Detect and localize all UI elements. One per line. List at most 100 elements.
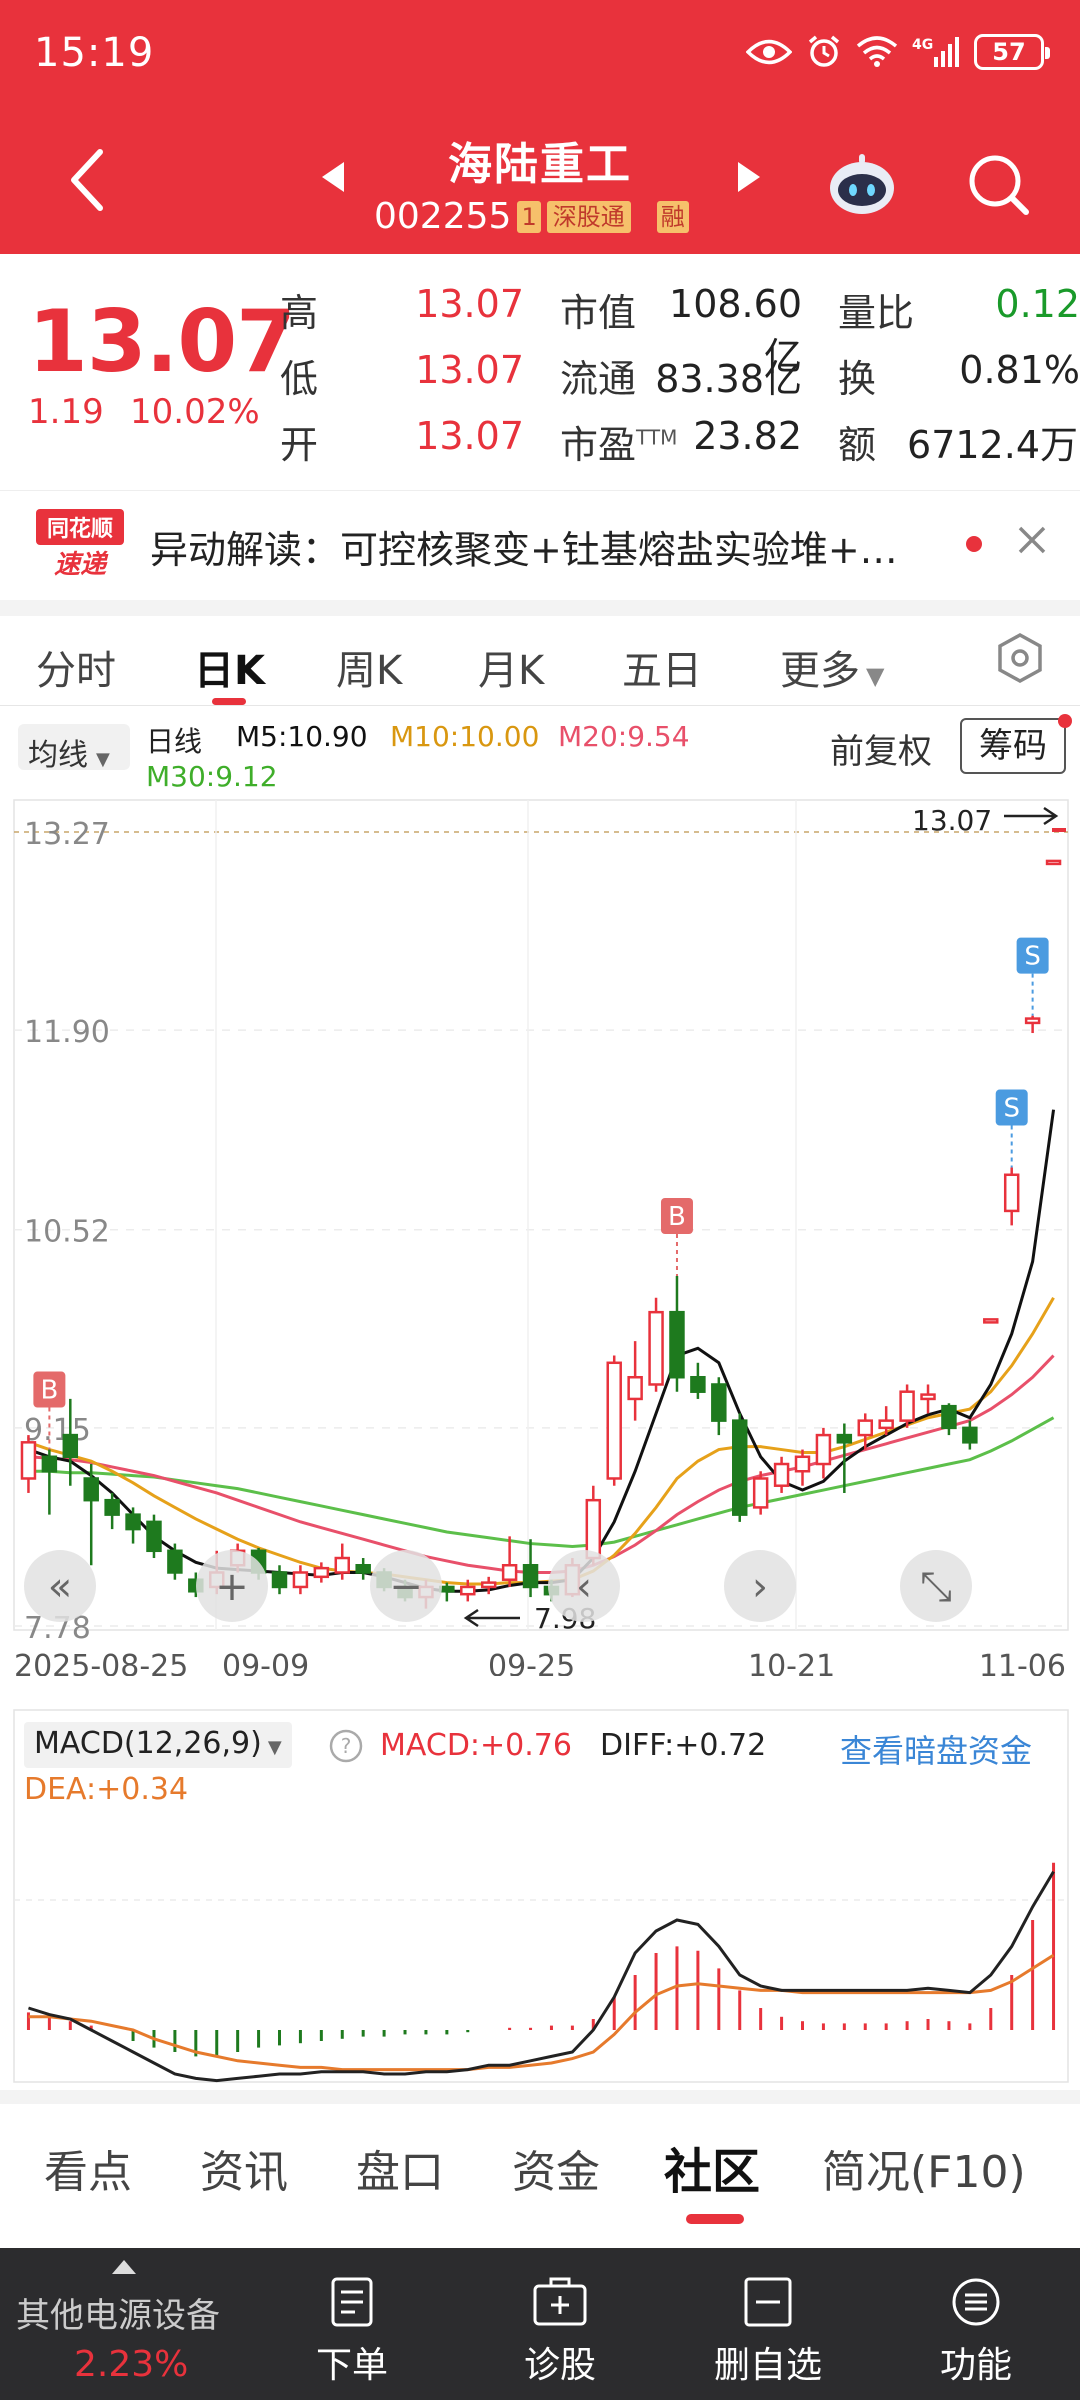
candle-up [752, 1477, 769, 1509]
last-price-tick [1052, 828, 1066, 832]
search-icon[interactable] [966, 152, 1032, 218]
candle-down [941, 1404, 957, 1430]
kline-chart[interactable]: 13.2711.9010.529.157.78 BBSS 2025-08-25 0… [0, 796, 1080, 1676]
menu-circle-icon [952, 2278, 1000, 2326]
adjust-mode-button[interactable]: 前复权 [830, 724, 932, 773]
high-label: 高 [280, 291, 319, 335]
tab-weekly-k[interactable]: 周K [336, 638, 402, 696]
status-icons: 4G 57 [746, 34, 1050, 70]
y-tick-label: 11.90 [24, 1015, 110, 1050]
news-headline[interactable]: 异动解读：可控核聚变+钍基熔盐实验堆+… [150, 519, 898, 574]
tab-profile[interactable]: 简况(F10) [822, 2136, 1026, 2200]
scroll-right-icon[interactable]: › [724, 1550, 796, 1622]
amount-label: 额 [838, 423, 877, 467]
signal-label: S [1024, 942, 1041, 972]
candle-up [1003, 1173, 1020, 1213]
zoom-out-glyph: − [389, 1564, 423, 1610]
arrow-right-icon [1004, 806, 1059, 826]
diagnose-button[interactable]: 诊股 [500, 2276, 620, 2388]
tab-monthly-k[interactable]: 月K [478, 638, 544, 696]
open-value: 13.07 [415, 414, 524, 458]
tab-five-day[interactable]: 五日 [622, 638, 702, 696]
arrow-left-icon [463, 1608, 520, 1628]
dea-line [28, 1953, 1055, 2072]
candle-down [104, 1498, 120, 1516]
candle-up [585, 1498, 602, 1560]
order-button[interactable]: 下单 [292, 2276, 412, 2388]
tab-funds[interactable]: 资金 [512, 2136, 600, 2200]
signal-label: B [40, 1376, 58, 1406]
zoom-in-icon[interactable]: + [196, 1550, 268, 1622]
x-tick-label: 2025-08-25 [14, 1649, 188, 1676]
candle-up [606, 1361, 622, 1480]
macd-selector[interactable]: MACD(12,26,9) ▼ [24, 1722, 292, 1768]
ma-legend: 均线 ▼ 日线 M5:10.90 M10:10.00 M20:9.54 M30:9… [0, 706, 1080, 796]
remove-watchlist-button[interactable]: 删自选 [708, 2276, 828, 2388]
status-time: 15:19 [34, 30, 155, 76]
ma-selector[interactable]: 均线 ▼ [18, 724, 130, 773]
candle-up [20, 1441, 37, 1480]
dark-pool-link[interactable]: 查看暗盘资金 [840, 1726, 1032, 1772]
tab-more[interactable]: 更多 ▼ [780, 638, 884, 696]
candle-down [271, 1571, 288, 1589]
diagnose-icon [533, 2277, 587, 2326]
chip-distribution-button[interactable]: 筹码 [960, 718, 1066, 774]
candle-up [899, 1390, 915, 1422]
robot-assistant-icon[interactable] [826, 150, 898, 218]
page-left-glyph: « [48, 1564, 72, 1610]
diff-value: DIFF:+0.72 [600, 1728, 767, 1763]
candle-up [794, 1455, 811, 1473]
tab-timeshare[interactable]: 分时 [36, 638, 116, 696]
zoom-in-glyph: + [215, 1564, 249, 1610]
candle-down [146, 1520, 162, 1553]
chevron-up-icon [112, 2260, 136, 2274]
float-label: 流通 [560, 357, 637, 401]
high-value: 13.07 [415, 282, 524, 326]
x-tick-label: 10-21 [748, 1649, 835, 1676]
unread-dot [966, 536, 982, 552]
divider [0, 2090, 1080, 2104]
sector-name[interactable]: 其他电源设备 [16, 2288, 220, 2337]
candle-up [983, 1318, 999, 1324]
close-icon[interactable] [1014, 522, 1050, 558]
candle-down [62, 1433, 79, 1459]
low-label: 低 [280, 357, 319, 401]
sector-change: 2.23% [74, 2344, 189, 2385]
divider [0, 600, 1080, 616]
tab-daily-k[interactable]: 日K [194, 638, 265, 696]
tab-highlights[interactable]: 看点 [44, 2136, 132, 2200]
fullscreen-icon[interactable]: ⤡ [900, 1550, 972, 1622]
function-button[interactable]: 功能 [916, 2276, 1036, 2388]
candle-up [334, 1556, 350, 1574]
help-icon[interactable]: ? [328, 1728, 364, 1764]
signal-4g-icon: 4G [912, 37, 959, 67]
candle-up [815, 1433, 832, 1466]
macd-legend: MACD(12,26,9) ▼ ? MACD:+0.76 DIFF:+0.72 查… [20, 1716, 1080, 1807]
zoom-out-icon[interactable]: − [370, 1550, 442, 1622]
candle-down [167, 1549, 183, 1574]
candle-down [41, 1455, 58, 1473]
news-logo-line1: 同花顺 [47, 516, 113, 542]
candle-up [920, 1393, 936, 1401]
alarm-icon [808, 35, 840, 67]
battery-indicator: 57 [974, 34, 1050, 70]
info-tabs: 看点 资讯 盘口 资金 社区 简况(F10) [0, 2104, 1080, 2224]
ma-line-type: 日线 [146, 725, 203, 758]
price-change-pct: 10.02% [130, 392, 260, 432]
turnover-value: 0.81% [959, 348, 1080, 392]
page-left-icon[interactable]: « [24, 1550, 96, 1622]
candle-down [690, 1375, 706, 1393]
settings-hexagon-icon[interactable] [994, 632, 1046, 684]
ma5-value: M5:10.90 [236, 720, 368, 753]
tab-news[interactable]: 资讯 [200, 2136, 288, 2200]
news-logo-line2: 速递 [54, 550, 109, 580]
tab-community[interactable]: 社区 [664, 2132, 760, 2202]
scroll-left-icon[interactable]: ‹ [548, 1550, 620, 1622]
tab-orderbook[interactable]: 盘口 [356, 2136, 444, 2200]
low-value: 13.07 [415, 348, 524, 392]
float-value: 83.38亿 [655, 357, 802, 401]
candle-up [648, 1310, 664, 1386]
turnover-label: 换 [838, 357, 877, 401]
y-tick-label: 10.52 [24, 1215, 110, 1250]
news-strip[interactable]: 同花顺 速递 异动解读：可控核聚变+钍基熔盐实验堆+… [0, 490, 1080, 600]
